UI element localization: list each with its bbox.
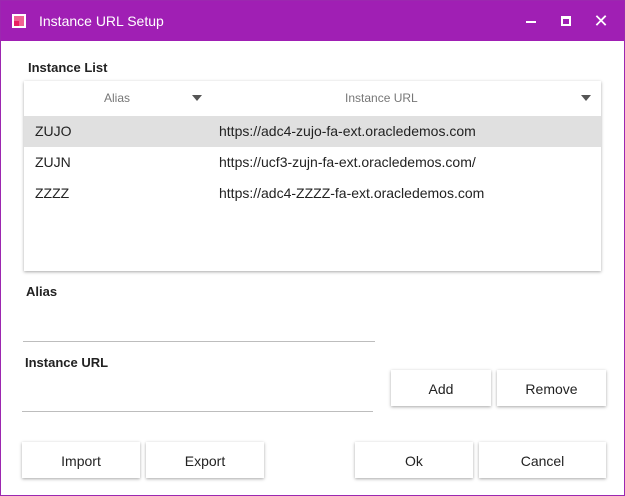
alias-label: Alias — [26, 284, 58, 299]
instance-url-label: Instance URL — [25, 355, 109, 370]
window-title: Instance URL Setup — [39, 13, 164, 29]
table-header: Alias Instance URL — [24, 81, 601, 115]
row-url: https://adc4-ZZZZ-fa-ext.oracledemos.com — [219, 185, 485, 201]
minimize-button[interactable] — [517, 9, 545, 33]
minimize-icon — [526, 21, 536, 23]
alias-input[interactable] — [23, 317, 375, 342]
column-header-instance-url[interactable]: Instance URL — [345, 91, 418, 105]
row-alias: ZZZZ — [35, 185, 70, 201]
table-row[interactable]: ZUJN https://ucf3-zujn-fa-ext.oracledemo… — [24, 147, 601, 178]
row-alias: ZUJO — [35, 123, 72, 139]
remove-button[interactable]: Remove — [497, 370, 606, 406]
app-icon — [12, 14, 26, 28]
instance-list-label: Instance List — [28, 60, 108, 75]
row-url: https://ucf3-zujn-fa-ext.oracledemos.com… — [219, 154, 476, 170]
column-header-alias[interactable]: Alias — [104, 91, 130, 105]
maximize-button[interactable] — [552, 9, 580, 33]
close-icon: ✕ — [593, 11, 609, 31]
instance-url-input[interactable] — [22, 387, 373, 412]
import-button[interactable]: Import — [22, 442, 140, 478]
chevron-down-icon[interactable] — [192, 95, 202, 101]
maximize-icon — [561, 16, 571, 26]
title-bar[interactable]: Instance URL Setup ✕ — [1, 1, 624, 41]
cancel-button[interactable]: Cancel — [479, 442, 606, 478]
close-button[interactable]: ✕ — [587, 9, 615, 33]
chevron-down-icon[interactable] — [581, 95, 591, 101]
export-button[interactable]: Export — [146, 442, 264, 478]
ok-button[interactable]: Ok — [355, 442, 473, 478]
add-button[interactable]: Add — [391, 370, 491, 406]
row-url: https://adc4-zujo-fa-ext.oracledemos.com — [219, 123, 476, 139]
row-alias: ZUJN — [35, 154, 71, 170]
table-row[interactable]: ZUJO https://adc4-zujo-fa-ext.oracledemo… — [24, 116, 601, 147]
instance-table: Alias Instance URL ZUJO https://adc4-zuj… — [24, 81, 601, 271]
table-row[interactable]: ZZZZ https://adc4-ZZZZ-fa-ext.oracledemo… — [24, 178, 601, 209]
instance-url-setup-window: Instance URL Setup ✕ Instance List Alias… — [0, 0, 625, 496]
